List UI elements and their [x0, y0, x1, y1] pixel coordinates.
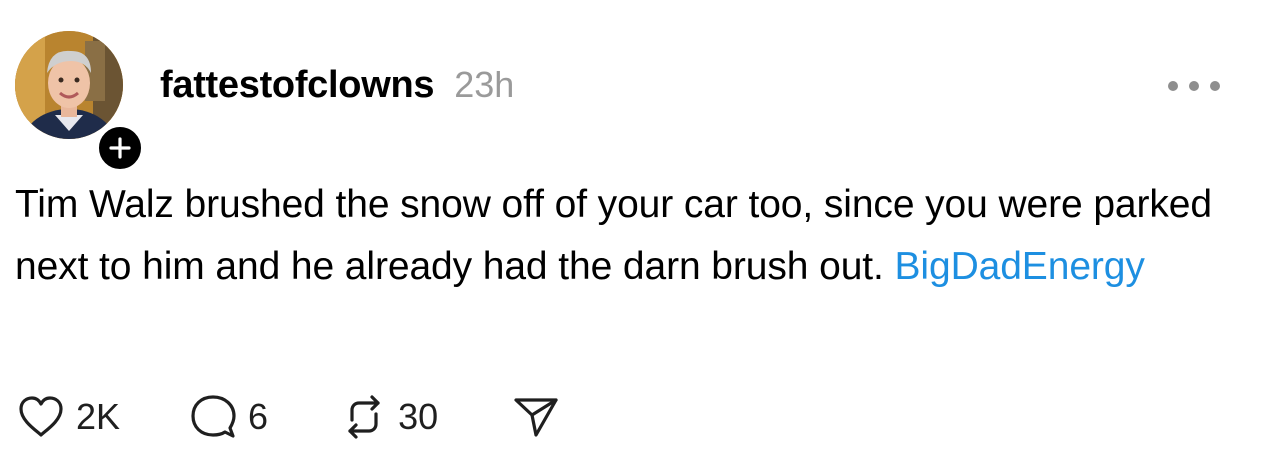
follow-button[interactable] — [95, 123, 145, 173]
ellipsis-icon — [1189, 81, 1199, 91]
thread-post: fattestofclowns 23h Tim Walz brushed the… — [0, 0, 1263, 475]
reply-button[interactable]: 6 — [190, 394, 268, 440]
like-button[interactable]: 2K — [18, 395, 120, 439]
ellipsis-icon — [1210, 81, 1220, 91]
reply-count: 6 — [248, 396, 269, 437]
post-header: fattestofclowns 23h — [160, 64, 514, 112]
repost-arrows-icon — [348, 395, 380, 439]
repost-button[interactable]: 30 — [342, 394, 438, 440]
like-count: 2K — [76, 396, 121, 437]
speech-bubble-icon — [191, 395, 236, 438]
heart-icon — [19, 396, 63, 437]
username[interactable]: fattestofclowns — [160, 64, 435, 107]
hashtag-link[interactable]: BigDadEnergy — [895, 245, 1145, 288]
post-body: Tim Walz brushed the snow off of your ca… — [15, 174, 1240, 298]
ellipsis-icon — [1168, 81, 1178, 91]
profile-photo — [15, 31, 123, 139]
avatar[interactable] — [15, 31, 123, 139]
action-bar: 2K 6 30 — [18, 392, 560, 442]
timestamp: 23h — [454, 64, 515, 105]
send-icon — [514, 398, 558, 437]
repost-count: 30 — [398, 396, 439, 437]
avatar-container — [15, 31, 145, 173]
plus-icon — [109, 137, 131, 159]
share-button[interactable] — [512, 395, 560, 439]
more-options-button[interactable] — [1168, 70, 1220, 102]
